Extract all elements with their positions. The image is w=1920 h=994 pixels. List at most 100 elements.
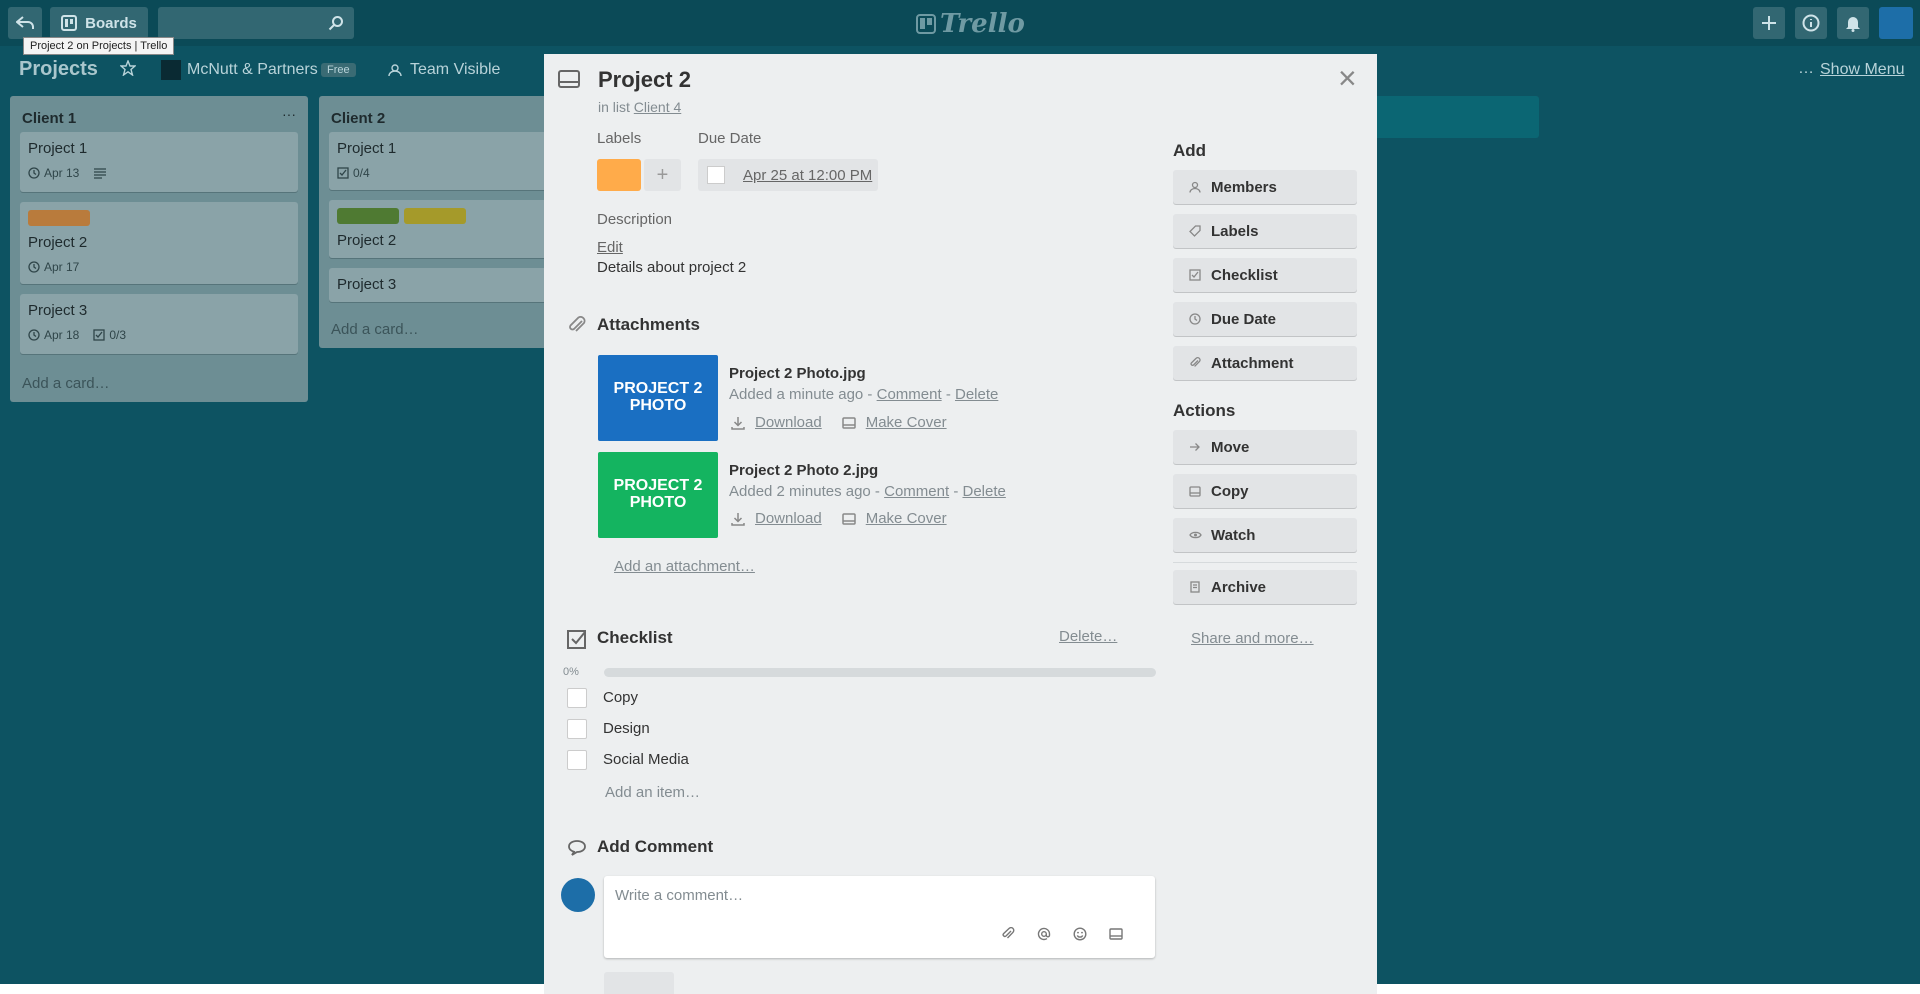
card-project-3[interactable]: Project 3 bbox=[329, 268, 559, 302]
back-button[interactable] bbox=[8, 7, 42, 39]
card-label-yellow bbox=[404, 208, 466, 224]
card-project-2[interactable]: Project 2 Apr 17 bbox=[20, 202, 298, 284]
description-icon bbox=[94, 168, 107, 179]
attachment-name[interactable]: Project 2 Photo 2.jpg bbox=[729, 462, 878, 479]
archive-button[interactable]: Archive bbox=[1173, 570, 1357, 604]
add-card-link[interactable]: Add a card… bbox=[22, 375, 110, 392]
copy-button[interactable]: Copy bbox=[1173, 474, 1357, 508]
card-due-text: Apr 17 bbox=[44, 260, 80, 274]
create-button[interactable] bbox=[1753, 7, 1785, 39]
attachment-meta: Added 2 minutes ago - Comment - Delete bbox=[729, 483, 1006, 500]
save-comment-button[interactable] bbox=[604, 972, 674, 994]
card-title: Project 2 bbox=[28, 234, 88, 251]
top-header: Boards Trello bbox=[0, 0, 1920, 46]
attachment-button[interactable]: Attachment bbox=[1173, 346, 1357, 380]
list-title[interactable]: Client 1 bbox=[22, 110, 76, 127]
team-name[interactable]: McNutt & Partners bbox=[187, 61, 318, 79]
card-checklist-text: 0/3 bbox=[109, 328, 127, 342]
thumb-line-1: PROJECT 2 bbox=[613, 380, 703, 398]
card-title[interactable]: Project 2 bbox=[598, 67, 691, 93]
attach-icon[interactable] bbox=[1001, 927, 1015, 941]
card-cover-icon bbox=[841, 512, 856, 525]
star-icon[interactable] bbox=[119, 59, 137, 81]
checklist-delete-link[interactable]: Delete… bbox=[1059, 628, 1117, 645]
due-date-button[interactable]: Due Date bbox=[1173, 302, 1357, 336]
team-logo-icon bbox=[161, 60, 181, 80]
actions-heading: Actions bbox=[1173, 401, 1236, 420]
label-chip-orange[interactable] bbox=[597, 159, 641, 191]
avatar bbox=[561, 878, 595, 912]
description-edit-link[interactable]: Edit bbox=[597, 239, 623, 256]
notifications-button[interactable] bbox=[1837, 7, 1869, 39]
checklist-item-checkbox[interactable] bbox=[567, 750, 587, 770]
comment-icon bbox=[568, 840, 586, 856]
attachment-delete-link[interactable]: Delete bbox=[955, 386, 998, 403]
checklist-item[interactable]: Social Media bbox=[603, 751, 689, 768]
attachment-label: Attachment bbox=[1211, 354, 1294, 372]
due-date-badge[interactable]: Apr 25 at 12:00 PM bbox=[698, 159, 878, 191]
search-input[interactable] bbox=[158, 7, 354, 39]
description-heading: Description bbox=[597, 211, 673, 228]
user-avatar[interactable] bbox=[1879, 7, 1913, 39]
add-attachment-link[interactable]: Add an attachment… bbox=[614, 558, 755, 575]
trello-logo[interactable]: Trello bbox=[916, 9, 1025, 39]
search-icon bbox=[328, 16, 343, 31]
share-and-more-link[interactable]: Share and more… bbox=[1191, 630, 1314, 647]
checklist-item-checkbox[interactable] bbox=[567, 688, 587, 708]
add-card-link[interactable]: Add a card… bbox=[331, 321, 419, 338]
members-button[interactable]: Members bbox=[1173, 170, 1357, 204]
checklist-label: Checklist bbox=[1211, 266, 1278, 284]
info-button[interactable] bbox=[1795, 7, 1827, 39]
checklist-item[interactable]: Copy bbox=[603, 689, 638, 706]
trello-logo-icon bbox=[916, 14, 936, 34]
visibility-button[interactable]: Team Visible bbox=[410, 61, 500, 79]
checklist-button[interactable]: Checklist bbox=[1173, 258, 1357, 292]
checklist-item[interactable]: Design bbox=[603, 720, 650, 737]
card-project-3[interactable]: Project 3 Apr 18 0/3 bbox=[20, 294, 298, 354]
attachment-comment-link[interactable]: Comment bbox=[884, 483, 949, 500]
due-date-heading: Due Date bbox=[698, 130, 762, 147]
card-due: Apr 18 0/3 bbox=[28, 328, 126, 342]
thumb-line-1: PROJECT 2 bbox=[613, 477, 703, 495]
due-complete-checkbox[interactable] bbox=[707, 166, 725, 184]
attachment-thumbnail[interactable]: PROJECT 2 PHOTO bbox=[598, 355, 718, 441]
comment-box[interactable]: Write a comment… bbox=[604, 876, 1155, 958]
card-project-2[interactable]: Project 2 bbox=[329, 200, 559, 258]
emoji-icon[interactable] bbox=[1073, 927, 1087, 941]
list-menu-icon[interactable]: ··· bbox=[282, 106, 296, 122]
comment-toolbar bbox=[1001, 927, 1123, 941]
card-title: Project 3 bbox=[28, 302, 88, 319]
make-cover-link[interactable]: Make Cover bbox=[866, 414, 947, 431]
list-link[interactable]: Client 4 bbox=[634, 99, 681, 115]
mention-icon[interactable] bbox=[1037, 927, 1051, 941]
due-date-value[interactable]: Apr 25 at 12:00 PM bbox=[743, 167, 872, 184]
boards-button[interactable]: Boards bbox=[50, 7, 148, 39]
card-checklist-text: 0/4 bbox=[353, 166, 370, 180]
make-cover-link[interactable]: Make Cover bbox=[866, 510, 947, 527]
card-project-1[interactable]: Project 1 Apr 13 bbox=[20, 132, 298, 192]
add-list-area[interactable] bbox=[1377, 96, 1539, 138]
board-title[interactable]: Projects bbox=[19, 58, 98, 81]
download-link[interactable]: Download bbox=[755, 414, 822, 431]
card-project-1[interactable]: Project 1 0/4 bbox=[329, 132, 559, 190]
watch-button[interactable]: Watch bbox=[1173, 518, 1357, 552]
comment-input[interactable]: Write a comment… bbox=[615, 887, 743, 904]
attachments-heading: Attachments bbox=[597, 315, 700, 334]
list-title[interactable]: Client 2 bbox=[331, 110, 385, 127]
add-checklist-item[interactable]: Add an item… bbox=[605, 784, 700, 801]
add-label-button[interactable]: + bbox=[644, 159, 681, 191]
checklist-icon bbox=[337, 167, 349, 179]
attachment-added: Added 2 minutes ago - bbox=[729, 483, 880, 500]
card-cover-icon bbox=[841, 416, 856, 429]
download-link[interactable]: Download bbox=[755, 510, 822, 527]
card-link-icon[interactable] bbox=[1109, 928, 1123, 940]
attachment-thumbnail[interactable]: PROJECT 2 PHOTO bbox=[598, 452, 718, 538]
labels-button[interactable]: Labels bbox=[1173, 214, 1357, 248]
close-icon[interactable]: × bbox=[1338, 62, 1357, 94]
attachment-comment-link[interactable]: Comment bbox=[877, 386, 942, 403]
attachment-delete-link[interactable]: Delete bbox=[962, 483, 1005, 500]
checklist-item-checkbox[interactable] bbox=[567, 719, 587, 739]
show-menu-link[interactable]: Show Menu bbox=[1820, 61, 1905, 79]
attachment-name[interactable]: Project 2 Photo.jpg bbox=[729, 365, 866, 382]
move-button[interactable]: Move bbox=[1173, 430, 1357, 464]
